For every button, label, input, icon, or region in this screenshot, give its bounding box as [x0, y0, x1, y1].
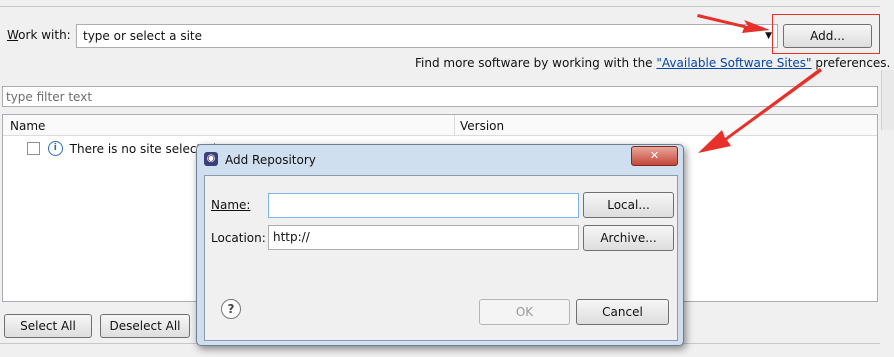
close-icon: ✕: [649, 149, 660, 162]
archive-button-label: Archive...: [600, 231, 657, 245]
help-icon[interactable]: ?: [221, 299, 241, 319]
dialog-title: Add Repository: [225, 153, 316, 167]
dialog-app-icon: ◉: [204, 152, 218, 166]
location-input-value: http://: [273, 230, 310, 244]
cancel-button-label: Cancel: [602, 305, 643, 319]
ok-button-label: OK: [515, 305, 534, 319]
dialog-title-bar[interactable]: ◉ Add Repository ✕: [197, 145, 683, 173]
add-repository-dialog: ◉ Add Repository ✕ Name: Local... Locati…: [196, 144, 684, 346]
dialog-body: Name: Local... Location: http:// Archive…: [204, 175, 678, 341]
name-label: Name:: [211, 198, 251, 212]
cancel-button[interactable]: Cancel: [576, 299, 669, 325]
arrow-to-add-button: [697, 14, 770, 33]
dialog-close-button[interactable]: ✕: [631, 146, 678, 166]
local-button[interactable]: Local...: [583, 192, 674, 218]
location-label: Location:: [211, 231, 266, 245]
local-button-label: Local...: [607, 198, 650, 212]
location-input[interactable]: http://: [268, 225, 579, 250]
ok-button[interactable]: OK: [479, 299, 570, 325]
archive-button[interactable]: Archive...: [583, 225, 674, 251]
name-input[interactable]: [268, 193, 579, 218]
arrow-to-dialog: [698, 68, 822, 153]
help-glyph: ?: [227, 302, 235, 316]
